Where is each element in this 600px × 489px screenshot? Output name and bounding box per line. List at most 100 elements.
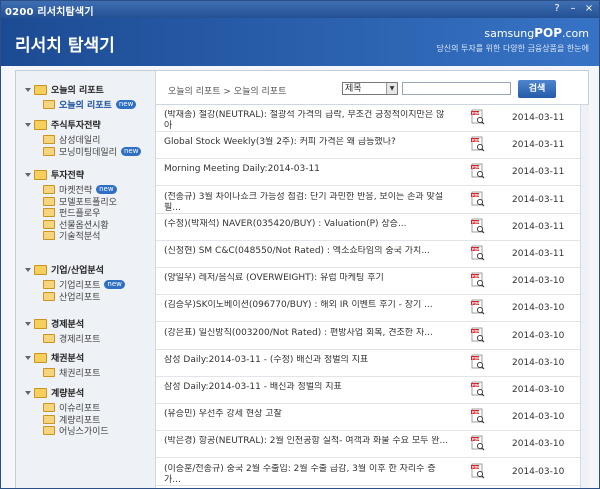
svg-text:PDF: PDF: [472, 329, 480, 333]
pdf-icon[interactable]: PDF: [471, 381, 485, 397]
table-row[interactable]: (양일우) 레저/음식료 (OVERWEIGHT): 유럽 마케팅 후기 PDF 2…: [156, 268, 588, 296]
report-title-link[interactable]: (유승민) 우선주 강세 현상 고찰: [164, 409, 450, 420]
sidebar-item[interactable]: 산업리포트: [43, 290, 100, 303]
report-date: 2014-03-10: [512, 276, 565, 287]
sidebar-item-label: 경제리포트: [59, 335, 101, 345]
svg-text:PDF: PDF: [472, 274, 480, 278]
sidebar-section[interactable]: 오늘의 리포트: [25, 83, 104, 96]
table-row[interactable]: (전종규) 3월 차이나쇼크 가능성 점검: 단기 과민한 반응, 보이는 손과…: [156, 187, 588, 214]
report-title-link[interactable]: 삼성 Daily:2014-03-11 - (수정) 배신과 정벌의 지표: [164, 355, 450, 366]
pdf-icon[interactable]: PDF: [471, 245, 485, 261]
folder-icon: [34, 318, 47, 329]
table-row[interactable]: Morning Meeting Daily:2014-03-11 PDF 2014-…: [156, 159, 588, 187]
folder-icon: [43, 208, 55, 217]
sidebar-item[interactable]: 경제리포트: [43, 332, 100, 345]
folder-icon: [43, 426, 55, 435]
pdf-icon[interactable]: PDF: [471, 463, 485, 479]
pdf-icon[interactable]: PDF: [471, 109, 485, 125]
search-field-select[interactable]: 제목 ▼: [342, 82, 398, 95]
table-row[interactable]: (신정현) SM C&C(048550/Not Rated) : 엑소쇼타임의 …: [156, 241, 588, 268]
table-row[interactable]: Global Stock Weekly(3월 2주): 커피 가격은 왜 급등했…: [156, 132, 588, 160]
report-title-link[interactable]: (신정현) SM C&C(048550/Not Rated) : 엑소쇼타임의 …: [164, 246, 450, 257]
table-row[interactable]: (이승훈/전종규) 중국 2월 수출입: 2월 수출 급감, 3월 이후 한 자…: [156, 459, 588, 486]
sidebar-item[interactable]: 어닝스가이드: [43, 424, 109, 437]
report-date: 2014-03-11: [512, 167, 565, 178]
window-controls: ? – ×: [551, 3, 595, 15]
sidebar-item[interactable]: 오늘의 리포트 new: [43, 98, 137, 111]
scrollbar[interactable]: [580, 105, 589, 488]
report-title-link[interactable]: (수정)(박재석) NAVER(035420/BUY) : Valuation(…: [164, 219, 450, 230]
expand-triangle-icon[interactable]: [25, 87, 31, 92]
report-title-link[interactable]: (양일우) 레저/음식료 (OVERWEIGHT): 유럽 마케팅 후기: [164, 273, 450, 284]
sidebar-item-label: 모닝미팅데일리: [59, 147, 117, 158]
table-row[interactable]: (유승민) 우선주 강세 현상 고찰 PDF 2014-03-10: [156, 404, 588, 432]
sidebar-item[interactable]: 모닝미팅데일리 new: [43, 145, 142, 158]
report-title-link[interactable]: 삼성 Daily:2014-03-11 - 배신과 정벌의 지표: [164, 382, 450, 393]
page-title: 리서치 탐색기: [15, 36, 115, 56]
table-row[interactable]: 삼성 Daily:2014-03-11 - 배신과 정벌의 지표 PDF 2014-…: [156, 377, 588, 404]
folder-icon: [34, 387, 47, 398]
pdf-icon[interactable]: PDF: [471, 435, 485, 451]
report-title-link[interactable]: (김승우)SK이노베이션(096770/BUY) : 해외 IR 이벤트 후기 …: [164, 300, 450, 311]
pdf-icon[interactable]: PDF: [471, 136, 485, 152]
expand-triangle-icon[interactable]: [25, 321, 31, 326]
pdf-icon[interactable]: PDF: [471, 354, 485, 370]
expand-triangle-icon[interactable]: [25, 267, 31, 272]
report-title-link[interactable]: (전종규) 3월 차이나쇼크 가능성 점검: 단기 과민한 반응, 보이는 손과…: [164, 192, 450, 214]
pdf-icon[interactable]: PDF: [471, 327, 485, 343]
expand-triangle-icon[interactable]: [25, 355, 31, 360]
table-row[interactable]: 삼성 Daily:2014-03-11 - (수정) 배신과 정벌의 지표 PDF…: [156, 350, 588, 377]
pdf-icon[interactable]: PDF: [471, 191, 485, 207]
expand-triangle-icon[interactable]: [25, 390, 31, 395]
svg-text:PDF: PDF: [472, 438, 480, 442]
sidebar-item[interactable]: 기술적분석: [43, 229, 100, 242]
pdf-icon[interactable]: PDF: [471, 299, 485, 315]
search-button[interactable]: 검색: [518, 80, 556, 98]
sidebar-section[interactable]: 경제분석: [25, 317, 84, 330]
sidebar-section[interactable]: 주식투자전략: [25, 118, 101, 131]
sidebar-section[interactable]: 기업/산업분석: [25, 263, 104, 276]
sidebar-section[interactable]: 투자전략: [25, 168, 84, 181]
report-title-link[interactable]: (이승훈/전종규) 중국 2월 수출입: 2월 수출 급감, 3월 이후 한 자…: [164, 464, 450, 486]
table-row[interactable]: (강은표) 일신방직(003200/Not Rated) : 편방사업 회복, …: [156, 323, 588, 350]
sidebar-section-label: 채권분석: [51, 354, 85, 364]
brand-tagline: 당신의 투자를 위한 다양한 금융상품을 한눈에: [436, 44, 589, 53]
chevron-down-icon[interactable]: ▼: [386, 83, 397, 94]
folder-icon: [43, 196, 55, 206]
pdf-icon[interactable]: PDF: [471, 163, 485, 179]
sidebar-section[interactable]: 채권분석: [25, 351, 84, 364]
close-icon[interactable]: ×: [583, 3, 595, 15]
svg-text:PDF: PDF: [472, 465, 480, 469]
table-row[interactable]: (박재송) 철강(NEUTRAL): 철광석 가격의 급락, 무조건 긍정적이지…: [156, 105, 588, 132]
pdf-icon[interactable]: PDF: [471, 218, 485, 234]
report-title-link[interactable]: Morning Meeting Daily:2014-03-11: [164, 164, 450, 175]
report-title-link[interactable]: (박은경) 항공(NEUTRAL): 2월 인천공항 실적- 여객과 화물 수요…: [164, 436, 450, 447]
search-input[interactable]: [402, 82, 511, 95]
minimize-icon[interactable]: –: [567, 3, 579, 15]
report-title-link[interactable]: Global Stock Weekly(3월 2주): 커피 가격은 왜 급등했…: [164, 137, 450, 148]
report-title-link[interactable]: (박재송) 철강(NEUTRAL): 철광석 가격의 급락, 무조건 긍정적이지…: [164, 110, 450, 132]
report-date: 2014-03-11: [512, 221, 565, 232]
sidebar-item-label: 기술적분석: [59, 232, 101, 242]
pdf-icon[interactable]: PDF: [471, 272, 485, 288]
table-row[interactable]: (수정)(박재석) NAVER(035420/BUY) : Valuation(…: [156, 214, 588, 241]
sidebar-item[interactable]: 채권리포트: [43, 366, 100, 379]
pdf-icon[interactable]: PDF: [471, 408, 485, 424]
report-date: 2014-03-10: [512, 357, 565, 368]
expand-triangle-icon[interactable]: [25, 172, 31, 177]
brand-logo: samsungPOP.com 당신의 투자를 위한 다양한 금융상품을 한눈에: [436, 26, 589, 54]
sidebar-section[interactable]: 계량분석: [25, 386, 84, 399]
title-bar[interactable]: 0200 리서치탐색기 ? – ×: [1, 1, 599, 18]
brand-suffix: .com: [562, 27, 589, 40]
app-window: 0200 리서치탐색기 ? – × 리서치 탐색기 samsungPOP.com…: [0, 0, 600, 489]
help-icon[interactable]: ?: [551, 3, 563, 15]
expand-triangle-icon[interactable]: [25, 122, 31, 127]
new-badge: new: [120, 146, 142, 156]
svg-text:PDF: PDF: [472, 383, 480, 387]
folder-icon: [34, 352, 47, 363]
table-row[interactable]: (김승우)SK이노베이션(096770/BUY) : 해외 IR 이벤트 후기 …: [156, 295, 588, 323]
report-title-link[interactable]: (강은표) 일신방직(003200/Not Rated) : 편방사업 회복, …: [164, 328, 450, 339]
report-date: 2014-03-10: [512, 439, 565, 450]
folder-icon: [34, 264, 47, 275]
table-row[interactable]: (박은경) 항공(NEUTRAL): 2월 인천공항 실적- 여객과 화물 수요…: [156, 431, 588, 459]
